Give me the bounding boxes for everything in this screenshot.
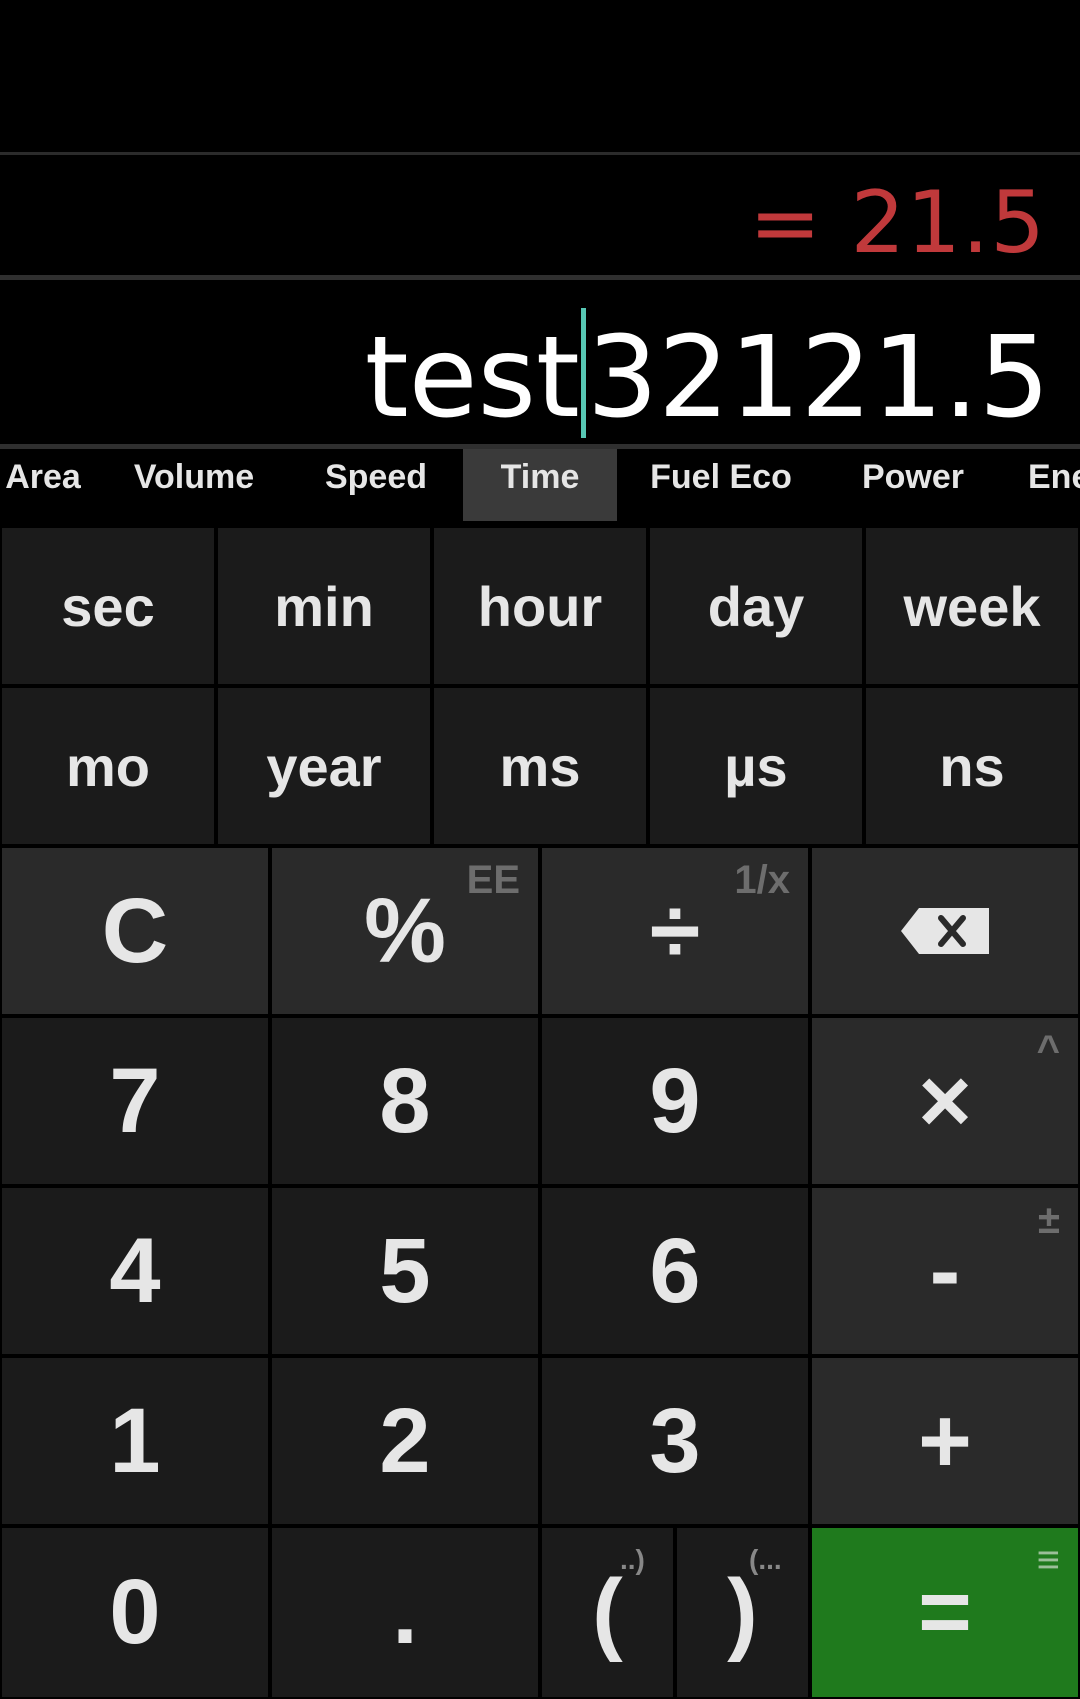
unit-hour-button[interactable]: hour <box>432 526 648 686</box>
tab-area[interactable]: Area <box>0 449 88 521</box>
unit-ns-button[interactable]: ns <box>864 686 1080 846</box>
divide-button[interactable]: ÷ 1/x <box>540 846 810 1016</box>
backspace-icon <box>901 908 989 954</box>
equals-label: = <box>918 1561 972 1663</box>
minus-label: - <box>929 1219 961 1322</box>
unit-mo-button[interactable]: mo <box>0 686 216 846</box>
unit-ms-button[interactable]: ms <box>432 686 648 846</box>
multiply-button[interactable]: × ^ <box>810 1016 1080 1186</box>
nine-button[interactable]: 9 <box>540 1016 810 1186</box>
reciprocal-label: 1/x <box>734 858 790 902</box>
menu-icon: ≡ <box>1036 1538 1060 1582</box>
result-display: = 21.5 <box>0 155 1080 280</box>
open-paren-label: ( <box>592 1561 623 1663</box>
power-label: ^ <box>1036 1028 1060 1072</box>
clear-button[interactable]: C <box>0 846 270 1016</box>
unit-week-button[interactable]: week <box>864 526 1080 686</box>
expression-input[interactable]: test32121.5 <box>0 280 1080 449</box>
tab-volume[interactable]: Volume <box>116 449 272 521</box>
close-paren-button[interactable]: ) (... <box>675 1526 810 1699</box>
divide-label: ÷ <box>649 879 701 982</box>
unit-sec-button[interactable]: sec <box>0 526 216 686</box>
percent-button[interactable]: % EE <box>270 846 540 1016</box>
top-bar <box>0 0 1080 155</box>
expression-left: test <box>364 313 580 443</box>
eight-button[interactable]: 8 <box>270 1016 540 1186</box>
six-button[interactable]: 6 <box>540 1186 810 1356</box>
tab-time[interactable]: Time <box>463 449 617 521</box>
open-paren-button[interactable]: (..) <box>540 1526 675 1699</box>
tab-energy[interactable]: Ene <box>1028 449 1080 521</box>
open-paren-hint: ..) <box>620 1544 645 1575</box>
text-cursor <box>580 308 586 438</box>
multiply-label: × <box>918 1049 972 1152</box>
equals-button[interactable]: = ≡ <box>810 1526 1080 1699</box>
plus-minus-label: ± <box>1038 1198 1060 1242</box>
two-button[interactable]: 2 <box>270 1356 540 1526</box>
plus-button[interactable]: + <box>810 1356 1080 1526</box>
unit-year-button[interactable]: year <box>216 686 432 846</box>
unit-min-button[interactable]: min <box>216 526 432 686</box>
zero-button[interactable]: 0 <box>0 1526 270 1699</box>
minus-button[interactable]: - ± <box>810 1186 1080 1356</box>
one-button[interactable]: 1 <box>0 1356 270 1526</box>
four-button[interactable]: 4 <box>0 1186 270 1356</box>
expression-right: 32121.5 <box>586 313 1050 443</box>
expression-text[interactable]: test32121.5 <box>365 308 1050 443</box>
seven-button[interactable]: 7 <box>0 1016 270 1186</box>
backspace-button[interactable] <box>810 846 1080 1016</box>
clear-label: C <box>101 879 169 982</box>
ee-label: EE <box>466 858 520 902</box>
conversion-tabs: Area Volume Speed Time Fuel Eco Power En… <box>0 449 1080 521</box>
three-button[interactable]: 3 <box>540 1356 810 1526</box>
five-button[interactable]: 5 <box>270 1186 540 1356</box>
decimal-button[interactable]: . <box>270 1526 540 1699</box>
unit-day-button[interactable]: day <box>648 526 864 686</box>
result-text: = 21.5 <box>749 173 1046 273</box>
close-paren-hint: (... <box>749 1544 782 1575</box>
tab-power[interactable]: Power <box>848 449 978 521</box>
unit-us-button[interactable]: µs <box>648 686 864 846</box>
percent-label: % <box>364 879 446 982</box>
tab-fuel-eco[interactable]: Fuel Eco <box>636 449 806 521</box>
tab-speed[interactable]: Speed <box>300 449 452 521</box>
